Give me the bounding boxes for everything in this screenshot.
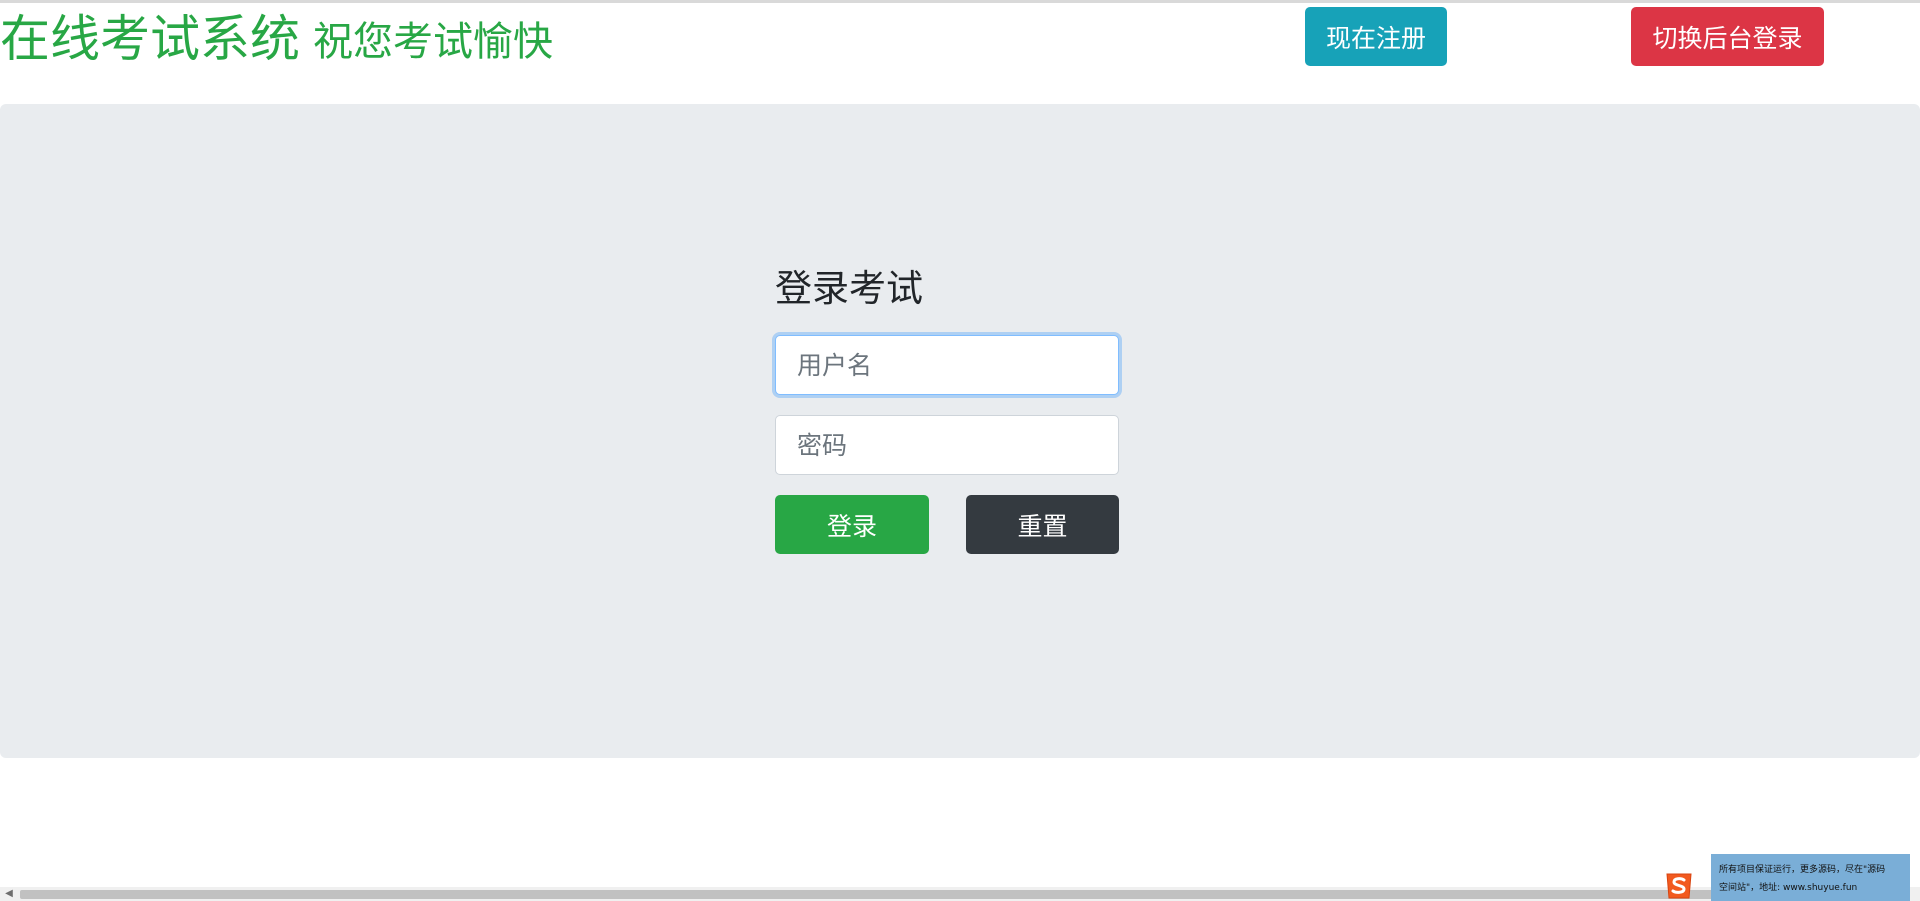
site-subtitle: 祝您考试愉快: [313, 19, 553, 65]
username-input[interactable]: [775, 335, 1119, 395]
source-notice-banner: 所有项目保证运行，更多源码，尽在"源码 空间站"，地址: www.shuyue.…: [1711, 854, 1910, 901]
login-button[interactable]: 登录: [775, 495, 929, 554]
reset-button[interactable]: 重置: [966, 495, 1119, 554]
page-header: 在线考试系统 祝您考试愉快 现在注册 切换后台登录: [0, 3, 1920, 103]
admin-login-button[interactable]: 切换后台登录: [1631, 7, 1824, 66]
register-button[interactable]: 现在注册: [1305, 7, 1447, 66]
login-heading: 登录考试: [775, 267, 923, 310]
notice-line-1: 所有项目保证运行，更多源码，尽在"源码: [1719, 865, 1886, 875]
sogou-s-icon[interactable]: [1662, 870, 1696, 901]
notice-line-2: 空间站"，地址: www.shuyue.fun: [1719, 883, 1858, 893]
scroll-left-arrow-icon[interactable]: ◀: [0, 887, 18, 901]
scrollbar-thumb[interactable]: [20, 890, 1900, 899]
horizontal-scrollbar[interactable]: ◀: [0, 887, 1920, 901]
password-input[interactable]: [775, 415, 1119, 475]
site-title: 在线考试系统: [0, 10, 300, 68]
